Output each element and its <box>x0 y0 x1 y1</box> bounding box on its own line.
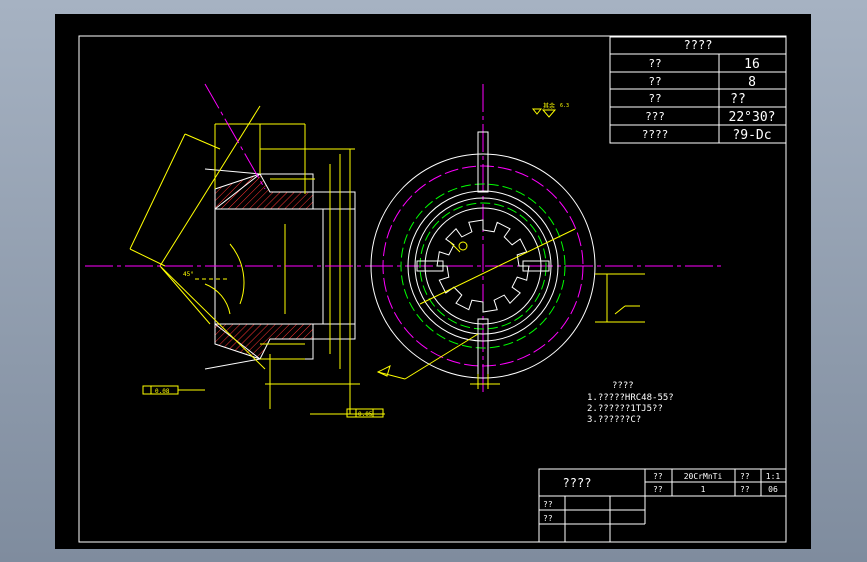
centerlines <box>85 83 725 394</box>
note-item: 3.??????C? <box>587 415 641 425</box>
scale-value: 1:1 <box>766 472 781 481</box>
roughness-other-text: 其余 <box>543 102 555 110</box>
front-view: 其余 6.3 <box>370 102 645 389</box>
technical-notes: ???? 1.?????HRC48-55? 2.??????1TJ5?? 3.?… <box>587 381 674 425</box>
note-item: 2.??????1TJ5?? <box>587 404 663 414</box>
spec-row-value: 22°30? <box>729 110 776 125</box>
sheet-label: ?? <box>740 485 750 494</box>
spec-row-label: ??? <box>645 110 665 123</box>
checker-label: ?? <box>543 514 553 523</box>
scale-label: ?? <box>740 472 750 481</box>
material-label: ?? <box>653 472 663 481</box>
spec-row-label: ???? <box>642 128 669 141</box>
material-value: 20CrMnTi <box>684 472 723 481</box>
qty-label: ?? <box>653 485 663 494</box>
spec-table: ???? ?? 16 ?? 8 ?? ?? ??? 22°30? ???? ?9… <box>609 36 787 144</box>
section-view: 0.08 0.05 45° <box>129 105 385 418</box>
angle-label: 45° <box>183 271 194 278</box>
spec-table-title: ???? <box>684 38 713 52</box>
inner-border <box>78 35 787 543</box>
spec-row-value: ?? <box>730 92 746 107</box>
spec-row-value: 16 <box>744 57 760 72</box>
tol-2-text: 0.05 <box>358 411 373 418</box>
spec-row-value: ?9-Dc <box>732 128 771 143</box>
drawing-name: ???? <box>563 476 592 490</box>
notes-heading: ???? <box>612 381 634 391</box>
drawing-sheet: 0.08 0.05 45° 其余 6.3 ???? ?? 16 ?? 8 ?? … <box>55 14 811 549</box>
roughness-value-text: 6.3 <box>560 103 569 109</box>
title-block: ???? ?? 20CrMnTi ?? 1:1 ?? 1 ?? 06 ?? ?? <box>538 468 787 543</box>
sheet-value: 06 <box>768 485 778 494</box>
hatch-lower <box>214 323 314 360</box>
tol-1-text: 0.08 <box>155 388 170 395</box>
note-item: 1.?????HRC48-55? <box>587 393 674 403</box>
designer-label: ?? <box>543 500 553 509</box>
drawing-canvas: 0.08 0.05 45° 其余 6.3 ???? ?? 16 ?? 8 ?? … <box>78 35 787 543</box>
spec-row-label: ?? <box>648 92 661 105</box>
qty-value: 1 <box>701 485 706 494</box>
spec-row-label: ?? <box>648 57 661 70</box>
spec-row-value: 8 <box>748 75 756 90</box>
spec-row-label: ?? <box>648 75 661 88</box>
